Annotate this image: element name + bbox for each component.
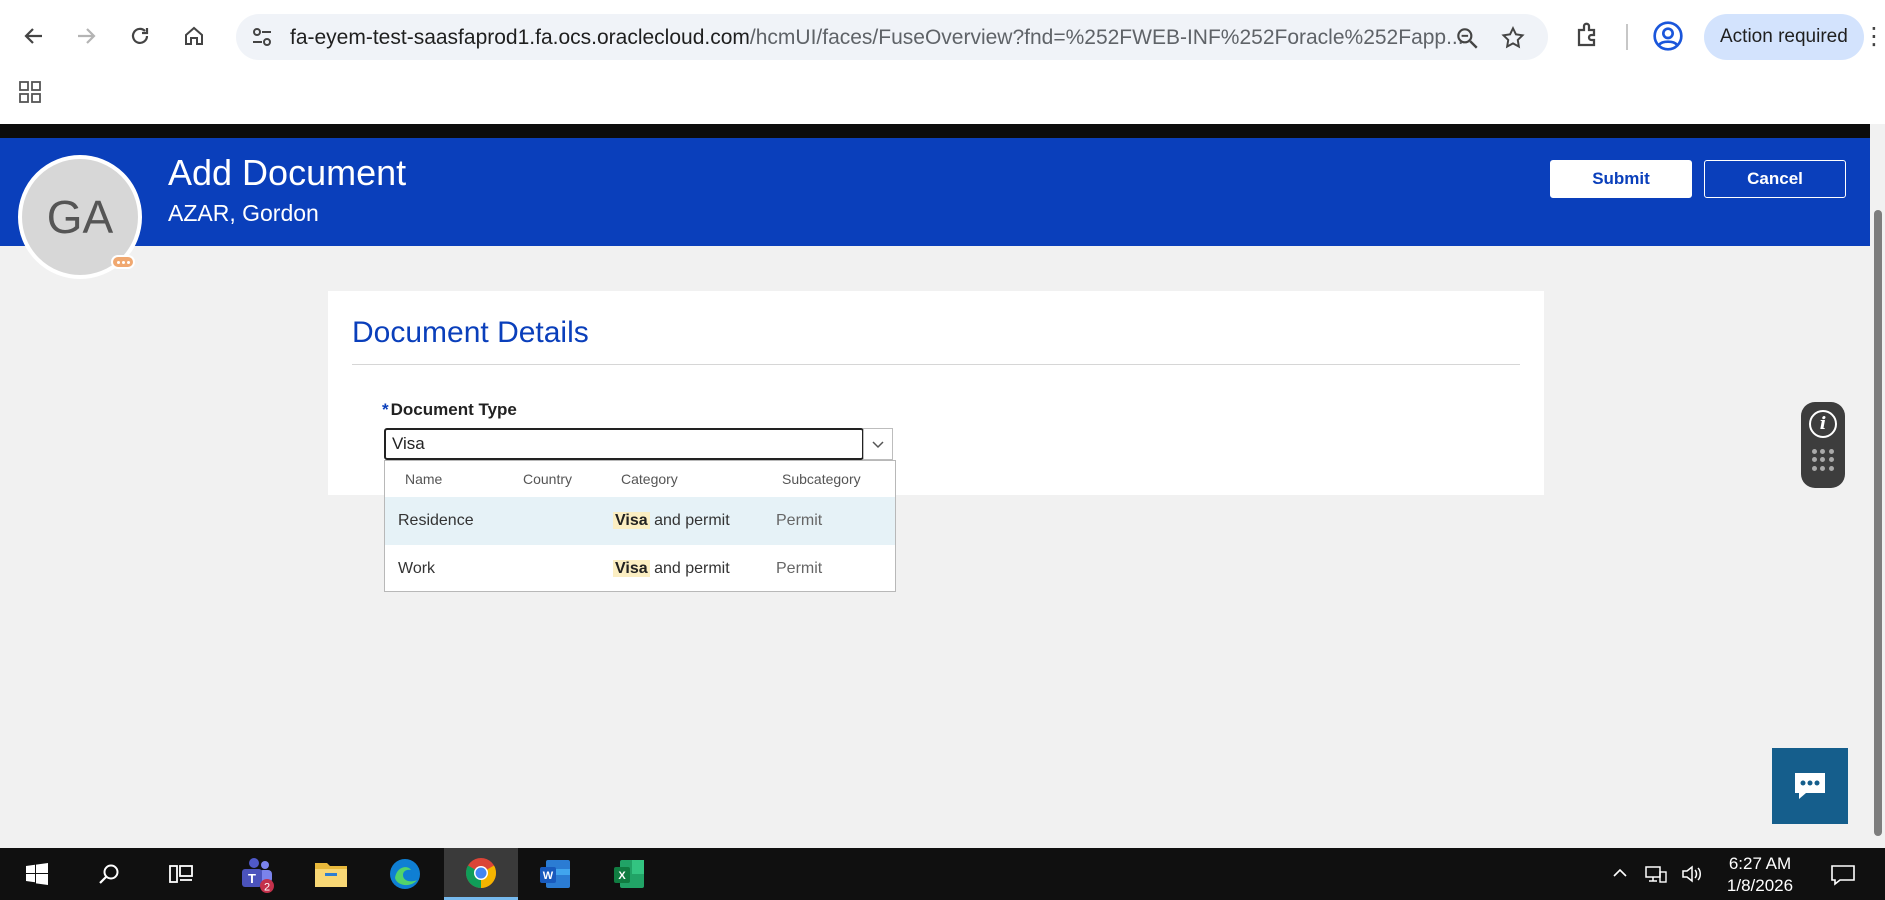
column-header-category: Category — [621, 471, 678, 487]
bookmark-star-icon[interactable] — [1500, 25, 1526, 51]
toolbar-separator — [1626, 24, 1628, 50]
task-view-icon — [169, 865, 193, 883]
column-header-name: Name — [405, 471, 443, 487]
action-required-button[interactable]: Action required — [1704, 14, 1864, 60]
file-explorer-app[interactable] — [294, 848, 368, 900]
suggestion-subcategory: Permit — [776, 512, 823, 529]
cancel-button[interactable]: Cancel — [1704, 160, 1846, 198]
system-clock[interactable]: 6:27 AM 1/8/2026 — [1720, 853, 1800, 897]
apps-grid-icon[interactable] — [18, 80, 42, 104]
suggestion-category: Visa and permit — [613, 560, 730, 577]
reload-icon[interactable] — [122, 18, 158, 54]
submit-button[interactable]: Submit — [1550, 160, 1692, 198]
chat-button[interactable] — [1772, 748, 1848, 824]
section-title: Document Details — [352, 316, 589, 349]
clock-date: 1/8/2026 — [1726, 876, 1794, 895]
scrollbar-thumb[interactable] — [1874, 210, 1882, 836]
suggestion-row-residence[interactable]: Residence Visa and permit Permit — [385, 497, 895, 545]
suggestion-name: Work — [398, 560, 436, 577]
page-scrollbar[interactable] — [1870, 124, 1885, 848]
edge-app[interactable] — [368, 848, 442, 900]
column-header-country: Country — [523, 471, 573, 487]
section-divider — [352, 364, 1520, 365]
forward-icon[interactable] — [68, 18, 104, 54]
extensions-icon[interactable] — [1574, 20, 1604, 50]
svg-text:W: W — [543, 870, 554, 882]
document-type-suggestions: Name Country Category Subcategory Reside… — [384, 460, 896, 592]
suggestion-category: Visa and permit — [613, 512, 730, 529]
windows-taskbar: T 2 W X 6:27 AM 1/8/2026 — [0, 848, 1885, 900]
teams-icon: T 2 — [242, 858, 274, 894]
document-type-dropdown-button[interactable] — [863, 428, 893, 460]
network-icon[interactable] — [1644, 864, 1668, 889]
url-text: fa-eyem-test-saasfaprod1.fa.ocs.oraclecl… — [290, 26, 1464, 49]
action-required-label: Action required — [1720, 26, 1848, 47]
app-top-bar — [0, 124, 1870, 138]
chevron-down-icon — [872, 441, 884, 449]
word-app[interactable]: W — [518, 848, 592, 900]
browser-chrome: fa-eyem-test-saasfaprod1.fa.ocs.oraclecl… — [0, 0, 1885, 124]
windows-logo-icon — [26, 863, 48, 885]
chrome-icon — [465, 857, 497, 888]
home-icon[interactable] — [176, 18, 212, 54]
info-icon[interactable]: i — [1809, 410, 1837, 438]
edge-icon — [390, 859, 420, 889]
column-header-subcategory: Subcategory — [782, 471, 861, 487]
chat-bubble-icon — [1795, 773, 1825, 799]
excel-app[interactable]: X — [592, 848, 666, 900]
zoom-icon[interactable] — [1454, 25, 1480, 51]
word-icon: W — [540, 860, 570, 888]
help-widget[interactable]: i — [1801, 402, 1845, 488]
clock-time: 6:27 AM — [1728, 854, 1792, 873]
search-taskbar-button[interactable] — [72, 848, 146, 900]
suggestion-row-work[interactable]: Work Visa and permit Permit — [385, 545, 895, 593]
avatar-more-badge[interactable] — [111, 255, 135, 269]
tray-chevron-up-icon[interactable] — [1611, 864, 1629, 887]
document-type-input[interactable] — [384, 428, 864, 460]
folder-icon — [315, 863, 347, 887]
teams-app[interactable]: T 2 — [220, 848, 294, 900]
search-icon — [99, 864, 119, 884]
volume-icon[interactable] — [1680, 864, 1704, 889]
back-icon[interactable] — [16, 18, 52, 54]
profile-icon[interactable] — [1652, 20, 1684, 52]
suggestion-name: Residence — [398, 512, 474, 529]
page-title: Add Document — [168, 152, 407, 193]
notifications-icon[interactable] — [1830, 864, 1856, 891]
svg-text:X: X — [618, 870, 626, 882]
svg-text:T: T — [248, 871, 256, 886]
dots-grid-icon[interactable] — [1812, 449, 1834, 471]
suggestion-subcategory: Permit — [776, 560, 823, 577]
site-settings-icon[interactable] — [250, 25, 274, 49]
chrome-app[interactable] — [444, 848, 518, 900]
teams-badge-count: 2 — [264, 882, 270, 894]
browser-menu-icon[interactable]: ⋮ — [1862, 22, 1885, 52]
avatar-initials: GA — [46, 191, 114, 243]
person-name: AZAR, Gordon — [168, 200, 319, 226]
address-bar[interactable]: fa-eyem-test-saasfaprod1.fa.ocs.oraclecl… — [236, 14, 1548, 60]
start-button[interactable] — [0, 848, 74, 900]
suggestions-header: Name Country Category Subcategory — [385, 461, 895, 497]
document-type-label: * Document Type — [382, 400, 517, 419]
required-marker: * — [382, 400, 389, 419]
excel-icon: X — [614, 860, 644, 888]
task-view-button[interactable] — [144, 848, 218, 900]
